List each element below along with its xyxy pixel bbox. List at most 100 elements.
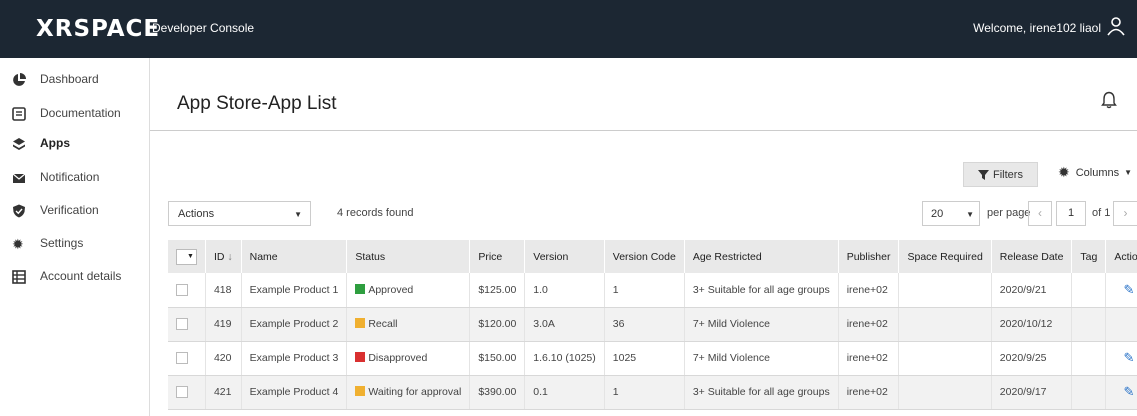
- gear-icon: ✹: [12, 236, 24, 252]
- shield-icon: [13, 204, 25, 218]
- action-cell: ✎: [1105, 375, 1137, 410]
- console-title: Developer Console: [152, 21, 255, 35]
- status-indicator-icon: [355, 352, 366, 362]
- version-cell: 3.0A: [524, 307, 605, 342]
- status-indicator-icon: [355, 318, 366, 328]
- sidebar-item-documentation[interactable]: Documentation: [12, 106, 121, 121]
- column-header-publisher[interactable]: Publisher: [838, 240, 900, 273]
- actions-select-value: Actions: [178, 208, 215, 220]
- prev-page-button[interactable]: ‹: [1028, 201, 1052, 226]
- version-cell: 1.6.10 (1025): [524, 341, 605, 376]
- column-header-age-restricted[interactable]: Age Restricted: [684, 240, 839, 273]
- sidebar-item-dashboard[interactable]: Dashboard: [12, 72, 99, 87]
- release-date-cell: 2020/10/12: [991, 307, 1073, 342]
- publisher-cell: irene+02: [838, 375, 900, 410]
- user-icon[interactable]: [1107, 16, 1125, 36]
- space-required-cell: [898, 341, 992, 376]
- sidebar-item-label: Settings: [40, 236, 84, 250]
- logo[interactable]: XRSPACE: [36, 16, 160, 42]
- sidebar-item-label: Documentation: [40, 106, 121, 120]
- page-number-input[interactable]: 1: [1056, 201, 1086, 226]
- status-indicator-icon: [355, 283, 366, 294]
- status-text: Disapproved: [368, 352, 428, 364]
- row-checkbox-cell[interactable]: [168, 375, 206, 410]
- sidebar-item-label: Apps: [40, 136, 70, 150]
- filters-button[interactable]: Filters: [963, 162, 1038, 187]
- status-cell: Approved: [346, 273, 471, 308]
- sidebar-item-verification[interactable]: Verification: [12, 203, 99, 218]
- apps-icon: [13, 138, 25, 150]
- id-cell: 418: [205, 273, 242, 308]
- column-header-action: Action: [1105, 240, 1137, 273]
- table-row[interactable]: 418 Example Product 1 Approved $125.00 1…: [168, 273, 1137, 308]
- table-icon: [12, 270, 26, 284]
- chevron-left-icon: ‹: [1038, 206, 1042, 220]
- price-cell: $120.00: [469, 307, 526, 342]
- row-checkbox[interactable]: [176, 318, 188, 331]
- document-icon: [12, 107, 26, 121]
- version-code-cell: 1: [604, 273, 685, 308]
- status-text: Approved: [368, 283, 414, 296]
- age-restricted-cell: 7+ Mild Violence: [684, 341, 839, 376]
- status-text: Waiting for approval: [368, 386, 462, 398]
- sidebar-item-label: Verification: [40, 203, 99, 217]
- version-cell: 1.0: [524, 273, 605, 308]
- column-header-id[interactable]: ID ↓: [205, 240, 242, 273]
- column-header-space-required[interactable]: Space Required: [898, 240, 992, 273]
- row-checkbox[interactable]: [176, 386, 188, 399]
- edit-pencil-icon[interactable]: ✎: [1124, 350, 1135, 365]
- status-cell: Recall: [346, 307, 471, 342]
- release-date-cell: 2020/9/25: [991, 341, 1073, 376]
- sidebar-item-apps[interactable]: Apps: [12, 136, 70, 151]
- sidebar-item-settings[interactable]: ✹ Settings: [12, 236, 83, 251]
- column-header-release-date[interactable]: Release Date: [991, 240, 1073, 273]
- select-all-header[interactable]: ▼: [168, 240, 206, 273]
- column-header-version-code[interactable]: Version Code: [604, 240, 685, 273]
- column-header-price[interactable]: Price: [469, 240, 526, 273]
- pie-chart-icon: [13, 73, 26, 86]
- column-header-version[interactable]: Version: [524, 240, 605, 273]
- columns-button[interactable]: ✹ Columns ▼: [1058, 164, 1132, 181]
- publisher-cell: irene+02: [838, 341, 900, 376]
- age-restricted-cell: 3+ Suitable for all age groups: [684, 273, 839, 308]
- filter-icon: [978, 169, 990, 180]
- row-checkbox[interactable]: [176, 352, 188, 365]
- per-page-select[interactable]: 20 ▼: [922, 201, 980, 226]
- row-checkbox-cell[interactable]: [168, 307, 206, 342]
- columns-label: Columns: [1075, 166, 1120, 179]
- price-cell: $125.00: [469, 273, 526, 308]
- select-all-checkbox[interactable]: ▼: [176, 248, 197, 265]
- space-required-cell: [898, 375, 992, 410]
- id-cell: 421: [205, 375, 242, 410]
- row-checkbox-cell[interactable]: [168, 273, 206, 308]
- space-required-cell: [898, 307, 992, 342]
- page-count-label: of 1: [1092, 207, 1111, 219]
- edit-pencil-icon[interactable]: ✎: [1124, 282, 1135, 297]
- caret-down-icon: ▼: [187, 253, 194, 260]
- row-checkbox[interactable]: [176, 283, 188, 296]
- table-row[interactable]: 421 Example Product 4 Waiting for approv…: [168, 375, 1137, 410]
- column-header-status[interactable]: Status: [346, 240, 471, 273]
- edit-pencil-icon[interactable]: ✎: [1124, 384, 1135, 399]
- price-cell: $150.00: [469, 341, 526, 376]
- sidebar-item-label: Notification: [40, 170, 100, 184]
- table-row[interactable]: 419 Example Product 2 Recall $120.00 3.0…: [168, 307, 1137, 342]
- top-bar: XRSPACE Developer Console Welcome, irene…: [0, 0, 1137, 58]
- actions-select[interactable]: Actions ▼: [168, 201, 311, 226]
- version-cell: 0.1: [524, 375, 605, 410]
- sort-desc-icon: ↓: [227, 250, 233, 263]
- row-checkbox-cell[interactable]: [168, 341, 206, 376]
- tag-cell: [1071, 375, 1107, 410]
- next-page-button[interactable]: ›: [1113, 201, 1137, 226]
- bell-icon[interactable]: [1101, 91, 1117, 109]
- sidebar-item-notification[interactable]: Notification: [12, 170, 99, 185]
- table-row[interactable]: 420 Example Product 3 Disapproved $150.0…: [168, 341, 1137, 376]
- sidebar-item-account-details[interactable]: Account details: [12, 269, 121, 284]
- header-divider: [150, 130, 1137, 131]
- sidebar: Dashboard Documentation Apps Notificatio…: [0, 58, 150, 416]
- status-cell: Disapproved: [346, 341, 471, 376]
- age-restricted-cell: 7+ Mild Violence: [684, 307, 839, 342]
- column-header-name[interactable]: Name: [241, 240, 348, 273]
- column-header-tag[interactable]: Tag: [1071, 240, 1107, 273]
- chevron-right-icon: ›: [1123, 206, 1128, 220]
